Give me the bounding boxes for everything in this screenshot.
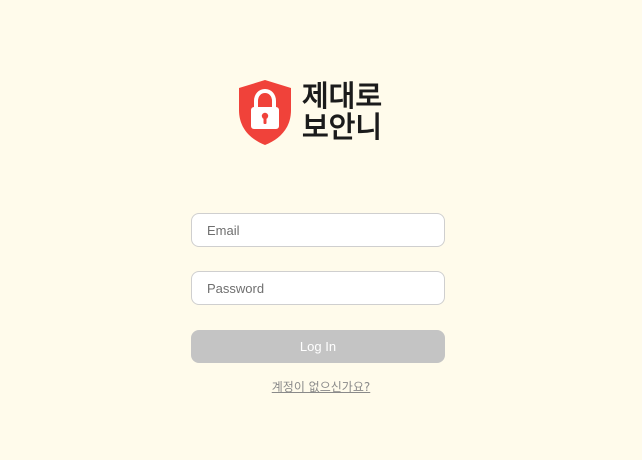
brand-name-line1: 제대로	[302, 79, 383, 113]
brand-name: 제대로 보안니	[302, 81, 382, 143]
signup-link[interactable]: 계정이 없으신가요?	[0, 378, 642, 395]
brand-logo: 제대로 보안니	[236, 78, 382, 146]
login-page: 제대로 보안니 Log In 계정이 없으신가요?	[0, 0, 642, 460]
email-input[interactable]	[191, 213, 445, 247]
password-input[interactable]	[191, 271, 445, 305]
shield-lock-icon	[239, 80, 291, 145]
brand-name-line2: 보안니	[302, 110, 383, 144]
login-button[interactable]: Log In	[191, 330, 445, 363]
